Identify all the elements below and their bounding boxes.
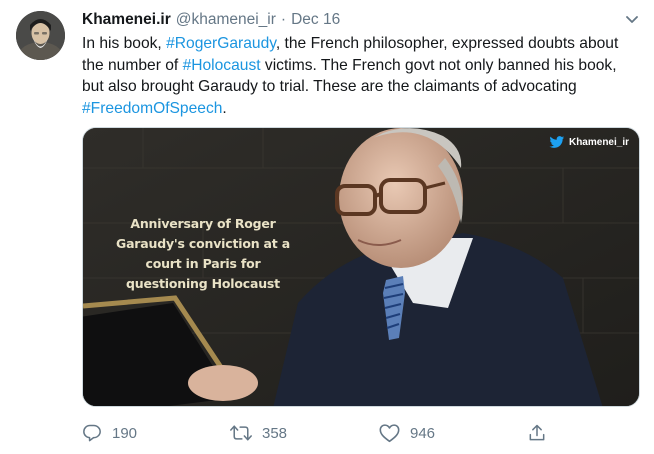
watermark-text: Khamenei_ir xyxy=(568,137,629,148)
tweet[interactable]: Khamenei.ir @khamenei_ir · Dec 16 In his… xyxy=(0,0,654,454)
tweet-date[interactable]: Dec 16 xyxy=(291,11,340,29)
share-icon xyxy=(529,424,545,441)
image-watermark: Khamenei_ir xyxy=(549,136,629,149)
tweet-text: In his book, #RogerGaraudy, the French p… xyxy=(82,33,642,119)
image-caption: Anniversary of Roger Garaudy's convictio… xyxy=(116,216,290,291)
more-chevron-icon[interactable] xyxy=(624,11,640,27)
share-button[interactable] xyxy=(527,423,547,443)
text-segment: In his book, xyxy=(82,35,167,52)
tweet-actions: 190 358 946 xyxy=(82,423,552,445)
hashtag-link[interactable]: #RogerGaraudy xyxy=(166,35,276,52)
tweet-header: Khamenei.ir @khamenei_ir · Dec 16 xyxy=(82,10,340,30)
twitter-bird-icon xyxy=(549,136,565,148)
retweet-count: 358 xyxy=(262,424,288,442)
author-handle[interactable]: @khamenei_ir xyxy=(176,11,276,29)
hashtag-link[interactable]: #Holocaust xyxy=(183,57,261,74)
like-icon xyxy=(379,424,400,443)
retweet-icon xyxy=(230,425,252,441)
avatar[interactable] xyxy=(16,11,65,60)
reply-button[interactable]: 190 xyxy=(82,423,137,443)
header-separator: · xyxy=(280,11,287,28)
hashtag-link[interactable]: #FreedomOfSpeech xyxy=(82,100,222,117)
tweet-media-image[interactable]: Anniversary of Roger Garaudy's convictio… xyxy=(82,127,640,407)
like-button[interactable]: 946 xyxy=(379,423,435,443)
retweet-button[interactable]: 358 xyxy=(230,423,287,443)
like-count: 946 xyxy=(410,424,436,442)
author-name[interactable]: Khamenei.ir xyxy=(82,11,171,29)
text-segment: . xyxy=(222,99,227,117)
reply-icon xyxy=(83,424,101,442)
reply-count: 190 xyxy=(112,424,138,442)
